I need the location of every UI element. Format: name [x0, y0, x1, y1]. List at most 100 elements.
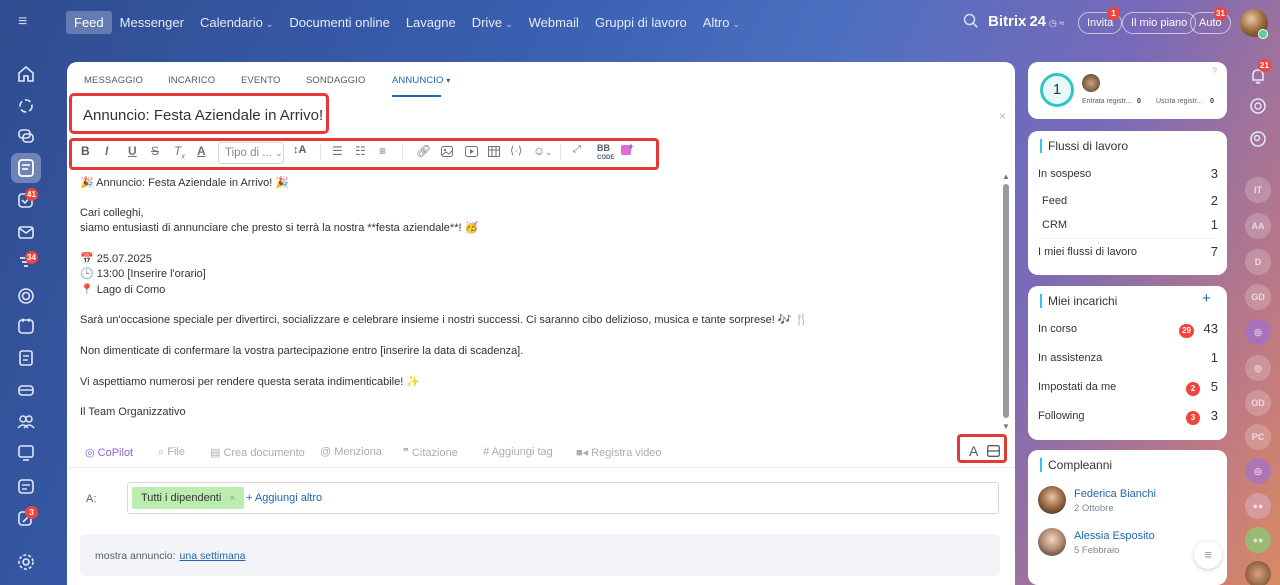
video-icon[interactable] — [465, 146, 478, 157]
workflow-row[interactable]: I miei flussi di lavoro 7 — [1038, 244, 1218, 259]
chat-avatar[interactable]: ◎ — [1245, 355, 1271, 381]
bold-icon[interactable]: B — [81, 144, 90, 158]
task-row[interactable]: In assistenza 1 — [1038, 350, 1218, 365]
brand-logo[interactable]: Bitrix 24 ◷ ≈ — [988, 13, 1064, 30]
title-input[interactable]: Annuncio: Festa Aziendale in Arrivo! — [83, 107, 323, 124]
birthday-person-name[interactable]: Federica Bianchi — [1074, 488, 1156, 500]
chat-avatar[interactable]: AA — [1245, 213, 1271, 239]
quote-button[interactable]: ❞ Citazione — [403, 446, 458, 459]
tab-messaggio[interactable]: MESSAGGIO — [84, 75, 143, 86]
task-row[interactable]: In corso 29 43 — [1038, 321, 1218, 338]
copilot-format-icon[interactable] — [620, 143, 634, 157]
mail-icon[interactable] — [16, 222, 36, 242]
nav-feed[interactable]: Feed — [66, 11, 112, 34]
add-tag-button[interactable]: # Aggiungi tag — [483, 446, 553, 458]
feed-nav-icon[interactable] — [11, 153, 41, 183]
board-icon[interactable] — [16, 443, 36, 463]
search-icon[interactable] — [963, 13, 979, 29]
link-icon[interactable]: 🔗︎ — [416, 144, 431, 158]
nav-documenti[interactable]: Documenti online — [281, 11, 397, 34]
file-button[interactable]: ⌕ File — [158, 446, 185, 459]
tab-evento[interactable]: EVENTO — [241, 75, 281, 86]
group-chat-avatar[interactable]: ●● — [1245, 527, 1271, 553]
clear-format-icon[interactable]: Tx — [174, 144, 185, 160]
avatar[interactable] — [1038, 528, 1066, 556]
code-icon[interactable]: ⟨·⟩ — [510, 144, 522, 157]
emoji-icon[interactable]: ☺⌄ — [533, 144, 552, 158]
birthday-person-name[interactable]: Alessia Esposito — [1074, 530, 1155, 542]
create-document-button[interactable]: ▤ Crea documento — [210, 446, 305, 459]
tasks-title[interactable]: Miei incarichi — [1040, 294, 1117, 308]
settings-icon[interactable] — [16, 552, 36, 572]
italic-icon[interactable]: I — [105, 144, 108, 158]
remove-chip-icon[interactable]: × — [229, 493, 235, 504]
chat-avatar[interactable]: OD — [1245, 390, 1271, 416]
record-video-button[interactable]: ■◂ Registra video — [576, 446, 662, 459]
chat-avatar[interactable] — [1245, 561, 1271, 585]
bullet-list-icon[interactable]: ☷ — [355, 144, 366, 158]
task-row[interactable]: Following 3 3 — [1038, 408, 1218, 425]
fullscreen-icon[interactable]: ⤢ — [573, 144, 581, 155]
scroll-up-icon[interactable]: ▲ — [1002, 172, 1010, 181]
duration-link[interactable]: una settimana — [180, 550, 246, 562]
copilot-button[interactable]: ◎ CoPilot — [85, 446, 133, 459]
panel-icon[interactable] — [987, 445, 1000, 457]
nav-drive[interactable]: Drive ⌄ — [464, 11, 521, 34]
copilot-icon[interactable] — [16, 96, 36, 116]
close-icon[interactable]: × — [999, 109, 1006, 123]
menu-icon[interactable]: ≡ — [18, 14, 36, 30]
avatar[interactable] — [1038, 486, 1066, 514]
scrollbar[interactable] — [1003, 184, 1009, 418]
task-row[interactable]: Impostati da me 2 5 — [1038, 379, 1218, 396]
chat-avatar[interactable]: IT — [1245, 177, 1271, 203]
calendar-icon[interactable] — [16, 316, 36, 336]
chat-avatar[interactable]: PC — [1245, 424, 1271, 450]
birthdays-title[interactable]: Compleanni — [1040, 458, 1112, 472]
numbered-list-icon[interactable]: ☰ — [332, 144, 343, 158]
align-icon[interactable]: ≡ — [379, 144, 386, 158]
image-icon[interactable] — [441, 146, 453, 157]
tab-annuncio[interactable]: ANNUNCIO ▾ — [392, 75, 450, 86]
tab-incarico[interactable]: INCARICO — [168, 75, 215, 86]
copilot-chat-icon[interactable] — [1248, 96, 1268, 116]
search-chat-icon[interactable] — [1248, 129, 1268, 149]
list-icon[interactable]: ≡ — [1194, 541, 1222, 569]
plan-button[interactable]: Il mio piano — [1122, 12, 1197, 34]
mention-button[interactable]: @ Menziona — [320, 446, 382, 458]
nav-calendario[interactable]: Calendario ⌄ — [192, 11, 281, 34]
help-icon[interactable]: ? — [1212, 66, 1217, 76]
chat-avatar[interactable]: GD — [1245, 284, 1271, 310]
planner-icon[interactable] — [16, 476, 36, 496]
nav-altro[interactable]: Altro ⌄ — [695, 11, 748, 34]
font-color-icon[interactable]: A — [197, 144, 206, 158]
font-size-icon[interactable]: ↕A — [293, 144, 306, 156]
recipient-chip[interactable]: Tutti i dipendenti × — [132, 487, 245, 509]
strikethrough-icon[interactable]: S — [151, 144, 159, 158]
nav-lavagne[interactable]: Lavagne — [398, 11, 464, 34]
text-format-icon[interactable]: A — [969, 443, 978, 459]
workflow-row[interactable]: CRM 1 — [1038, 217, 1218, 232]
bbcode-icon[interactable]: BB CODE — [597, 144, 614, 162]
target-icon[interactable] — [16, 286, 36, 306]
chat-icon[interactable] — [16, 126, 36, 146]
copilot-chat-avatar[interactable]: ◎ — [1245, 458, 1271, 484]
nav-messenger[interactable]: Messenger — [112, 11, 192, 34]
workflow-row[interactable]: Feed 2 — [1038, 193, 1218, 208]
nav-gruppi[interactable]: Gruppi di lavoro — [587, 11, 695, 34]
table-icon[interactable] — [488, 146, 500, 157]
nav-webmail[interactable]: Webmail — [521, 11, 587, 34]
tab-sondaggio[interactable]: SONDAGGIO — [306, 75, 366, 86]
copilot-chat-avatar[interactable]: ◎ — [1245, 319, 1271, 345]
timeman-circle[interactable]: 1 — [1040, 73, 1074, 107]
workflow-row[interactable]: In sospeso 3 — [1038, 166, 1218, 181]
scroll-down-icon[interactable]: ▼ — [1002, 422, 1010, 431]
home-icon[interactable] — [16, 64, 36, 84]
underline-icon[interactable]: U — [128, 144, 137, 158]
group-chat-avatar[interactable]: ●● — [1245, 493, 1271, 519]
workflows-title[interactable]: Flussi di lavoro — [1040, 139, 1128, 153]
document-icon[interactable] — [16, 348, 36, 368]
group-icon[interactable] — [16, 412, 36, 432]
drive-icon[interactable] — [16, 380, 36, 400]
add-recipient-link[interactable]: + Aggiungi altro — [246, 492, 322, 504]
text-style-select[interactable]: Tipo di ... ⌄ — [218, 142, 284, 164]
